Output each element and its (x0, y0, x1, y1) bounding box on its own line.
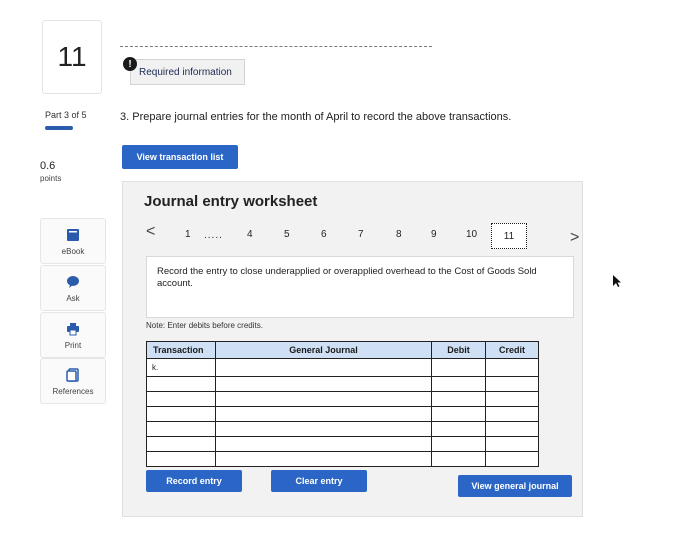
part-progress-bar (45, 126, 73, 130)
worksheet-title: Journal entry worksheet (144, 193, 318, 210)
debit-input-cell[interactable] (431, 376, 486, 392)
transaction-cell (146, 436, 216, 452)
credit-input-cell[interactable] (485, 406, 539, 422)
part-label: Part 3 of 5 (45, 110, 87, 120)
question-number: 11 (42, 20, 102, 94)
table-row (146, 436, 539, 452)
alert-icon: ! (123, 57, 137, 71)
account-input-cell[interactable] (215, 391, 432, 407)
step-10[interactable]: 10 (466, 229, 477, 240)
debit-header: Debit (431, 341, 486, 359)
debit-input-cell[interactable] (431, 436, 486, 452)
table-row (146, 421, 539, 437)
entry-description: Record the entry to close underapplied o… (146, 256, 574, 318)
references-button[interactable]: References (40, 358, 106, 404)
clear-entry-button[interactable]: Clear entry (271, 470, 367, 492)
step-4[interactable]: 4 (247, 229, 253, 240)
debit-credit-note: Note: Enter debits before credits. (146, 321, 263, 330)
step-7[interactable]: 7 (358, 229, 364, 240)
view-transaction-list-button[interactable]: View transaction list (122, 145, 238, 169)
transaction-cell (146, 391, 216, 407)
ebook-button[interactable]: eBook (40, 218, 106, 264)
account-input-cell[interactable] (215, 436, 432, 452)
transaction-cell: k. (146, 358, 216, 377)
account-input-cell[interactable] (215, 421, 432, 437)
debit-input-cell[interactable] (431, 421, 486, 437)
step-11-current[interactable]: 11 (491, 223, 527, 249)
document-icon (66, 366, 80, 384)
previous-step-arrow[interactable]: < (146, 223, 155, 241)
required-information-label: Required information (139, 66, 232, 78)
step-5[interactable]: 5 (284, 229, 290, 240)
credit-input-cell[interactable] (485, 421, 539, 437)
book-icon (66, 226, 80, 244)
account-input-cell[interactable] (215, 451, 432, 467)
table-row: k. (146, 358, 539, 377)
print-button[interactable]: Print (40, 312, 106, 358)
step-1[interactable]: 1 (185, 229, 191, 240)
table-row (146, 376, 539, 392)
debit-input-cell[interactable] (431, 406, 486, 422)
credit-input-cell[interactable] (485, 358, 539, 377)
required-information-tab[interactable]: Required information (130, 59, 245, 85)
transaction-cell (146, 406, 216, 422)
credit-input-cell[interactable] (485, 451, 539, 467)
account-input-cell[interactable] (215, 358, 432, 377)
transaction-cell (146, 451, 216, 467)
credit-input-cell[interactable] (485, 376, 539, 392)
view-general-journal-button[interactable]: View general journal (458, 475, 572, 497)
journal-entry-table: Transaction General Journal Debit Credit… (146, 341, 539, 467)
ebook-label: eBook (61, 247, 85, 256)
transaction-header: Transaction (146, 341, 216, 359)
transaction-cell (146, 421, 216, 437)
points-label: points (40, 174, 62, 183)
credit-input-cell[interactable] (485, 391, 539, 407)
transaction-cell (146, 376, 216, 392)
chat-bubble-icon (66, 273, 80, 291)
step-6[interactable]: 6 (321, 229, 327, 240)
points-value: 0.6 (40, 160, 56, 172)
next-step-arrow[interactable]: > (570, 229, 579, 247)
ask-button[interactable]: Ask (40, 265, 106, 311)
question-instruction: 3. Prepare journal entries for the month… (120, 111, 512, 123)
references-label: References (52, 387, 94, 396)
table-row (146, 406, 539, 422)
step-9[interactable]: 9 (431, 229, 437, 240)
step-ellipsis: ..... (204, 230, 223, 241)
debit-input-cell[interactable] (431, 358, 486, 377)
record-entry-button[interactable]: Record entry (146, 470, 242, 492)
account-input-cell[interactable] (215, 376, 432, 392)
credit-input-cell[interactable] (485, 436, 539, 452)
general-journal-header: General Journal (215, 341, 432, 359)
account-input-cell[interactable] (215, 406, 432, 422)
ask-label: Ask (66, 294, 80, 303)
printer-icon (66, 320, 80, 338)
print-label: Print (64, 341, 82, 350)
step-8[interactable]: 8 (396, 229, 402, 240)
debit-input-cell[interactable] (431, 391, 486, 407)
table-row (146, 391, 539, 407)
divider (120, 46, 432, 47)
credit-header: Credit (485, 341, 539, 359)
debit-input-cell[interactable] (431, 451, 486, 467)
table-row (146, 451, 539, 467)
